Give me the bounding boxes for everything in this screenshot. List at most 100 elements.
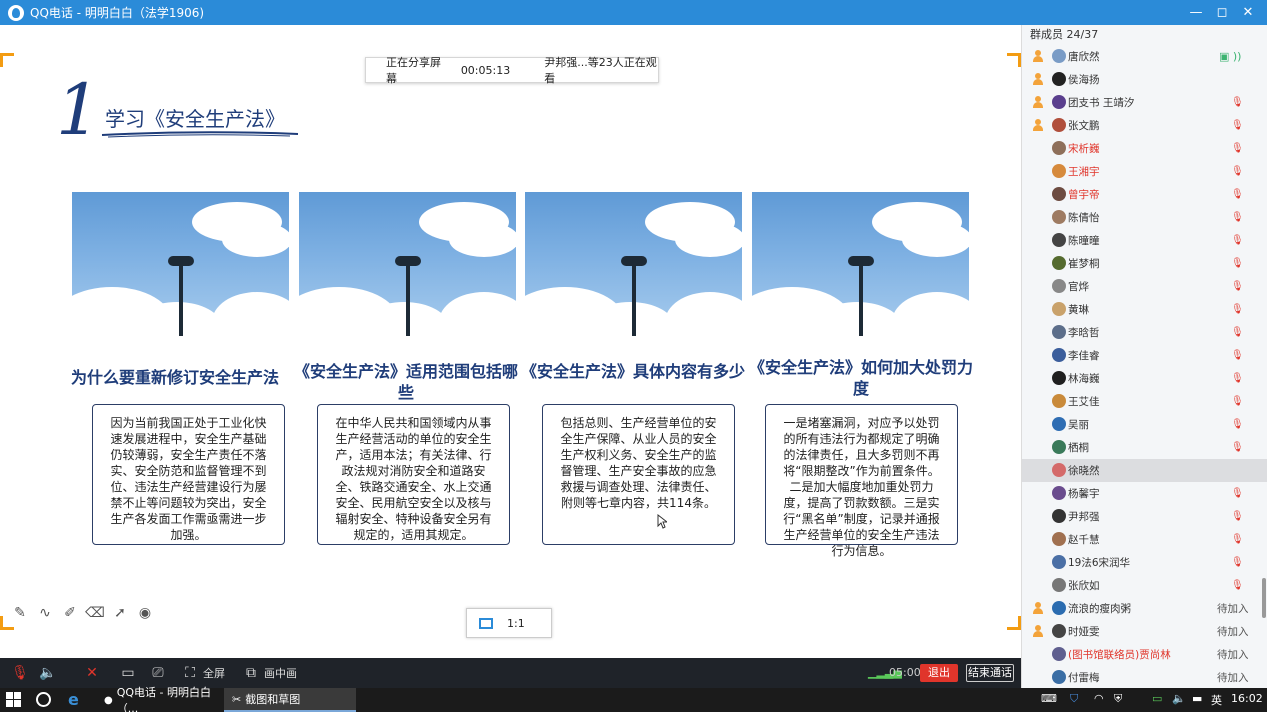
pip-icon[interactable]: ⧉ xyxy=(241,663,261,683)
avatar xyxy=(1052,417,1066,431)
member-row[interactable]: 官烨 🎙 xyxy=(1022,275,1267,298)
member-name: 流浪的瘦肉粥 xyxy=(1068,603,1131,615)
share-status-bar: 正在分享屏幕 00:05:13 尹邦强...等23人正在观看 xyxy=(365,56,659,85)
column-title: 《安全生产法》具体内容有多少 xyxy=(520,362,745,381)
security-tray-icon[interactable]: ⛨ xyxy=(1114,692,1122,706)
zoom-ratio-control[interactable]: 1:1 xyxy=(466,608,552,638)
column-text-box: 在中华人民共和国领域内从事生产经营活动的单位的安全生产，适用本法；有关法律、行政… xyxy=(317,404,510,545)
eraser-icon[interactable]: ⌫ xyxy=(83,603,107,623)
mic-muted-icon[interactable]: 🎙 xyxy=(10,663,30,683)
taskbar-snip-label: 截图和草图 xyxy=(245,693,301,706)
mic-muted-icon: 🎙 xyxy=(1231,419,1244,430)
member-row[interactable]: 张欣如 🎙 xyxy=(1022,574,1267,597)
member-row[interactable]: 宋析巍 🎙 xyxy=(1022,137,1267,160)
pointer-icon[interactable]: ➚ xyxy=(108,603,132,623)
member-row[interactable]: 徐晓然 xyxy=(1022,459,1267,482)
member-row[interactable]: (图书馆联络员)贾尚林 待加入 xyxy=(1022,643,1267,666)
admin-role-icon xyxy=(1032,96,1044,108)
member-status: 待加入 xyxy=(1217,626,1249,638)
wifi-tray-icon[interactable]: ◠ xyxy=(1094,692,1104,705)
member-row[interactable]: 栖桐 🎙 xyxy=(1022,436,1267,459)
clock[interactable]: 16:02 xyxy=(1231,692,1263,705)
member-row[interactable]: 唐欣然 ▣ )) xyxy=(1022,45,1267,68)
cortana-search-icon[interactable] xyxy=(36,692,51,707)
ime-indicator[interactable]: 英 xyxy=(1211,692,1222,708)
windows-taskbar: e ● QQ电话 - 明明白白（... ✂ 截图和草图 ⌨ ⛉ ◠ ⛨ ▭ 🔈 … xyxy=(0,686,1267,712)
member-row[interactable]: 尹邦强 🎙 xyxy=(1022,505,1267,528)
edge-browser-icon[interactable]: e xyxy=(68,690,79,709)
laser-icon[interactable]: ◉ xyxy=(133,603,157,623)
avatar xyxy=(1052,348,1066,362)
member-row[interactable]: 李晗哲 🎙 xyxy=(1022,321,1267,344)
pip-label[interactable]: 画中画 xyxy=(264,665,297,681)
exit-button[interactable]: 退出 xyxy=(920,664,958,682)
taskbar-snip-sketch[interactable]: ✂ 截图和草图 xyxy=(224,688,356,712)
member-row[interactable]: 李佳睿 🎙 xyxy=(1022,344,1267,367)
member-name: 唐欣然 xyxy=(1068,51,1100,63)
screen-share-icon[interactable]: ▭ xyxy=(118,663,138,683)
battery-tray-icon[interactable]: ▭ xyxy=(1152,692,1162,705)
member-name: 杨馨宇 xyxy=(1068,488,1100,500)
member-row[interactable]: 团支书 王靖汐 🎙 xyxy=(1022,91,1267,114)
member-row[interactable]: 时娅雯 待加入 xyxy=(1022,620,1267,643)
sharing-label: 正在分享屏幕 xyxy=(386,56,441,85)
member-name: 李晗哲 xyxy=(1068,327,1100,339)
member-row[interactable]: 杨馨宇 🎙 xyxy=(1022,482,1267,505)
avatar xyxy=(1052,463,1066,477)
mic-muted-icon: 🎙 xyxy=(1231,166,1244,177)
member-name: 宋析巍 xyxy=(1068,143,1100,155)
network-tray-icon[interactable]: ▬ xyxy=(1192,692,1202,705)
close-button[interactable]: ✕ xyxy=(1235,0,1261,25)
member-row[interactable]: 陈倩怡 🎙 xyxy=(1022,206,1267,229)
mic-muted-icon: 🎙 xyxy=(1231,143,1244,154)
avatar xyxy=(1052,210,1066,224)
member-row[interactable]: 林海巍 🎙 xyxy=(1022,367,1267,390)
member-row[interactable]: 19法6宋润华 🎙 xyxy=(1022,551,1267,574)
member-row[interactable]: 付雷梅 待加入 xyxy=(1022,666,1267,688)
minimize-button[interactable]: — xyxy=(1183,0,1209,25)
speaker-icon[interactable]: 🔈 xyxy=(38,663,58,683)
member-row[interactable]: 曾宇帝 🎙 xyxy=(1022,183,1267,206)
avatar xyxy=(1052,555,1066,569)
member-row[interactable]: 吴丽 🎙 xyxy=(1022,413,1267,436)
member-name: 19法6宋润华 xyxy=(1068,557,1131,569)
end-call-button[interactable]: 结束通话 xyxy=(966,664,1014,682)
maximize-button[interactable]: ◻ xyxy=(1209,0,1235,25)
highlighter-icon[interactable]: ✐ xyxy=(58,603,82,623)
mic-muted-icon: 🎙 xyxy=(1231,488,1244,499)
windows-start-icon[interactable] xyxy=(6,692,22,708)
pen-icon[interactable]: ✎ xyxy=(8,603,32,623)
member-name: 陈倩怡 xyxy=(1068,212,1100,224)
member-row[interactable]: 赵千慧 🎙 xyxy=(1022,528,1267,551)
avatar xyxy=(1052,49,1066,63)
fullscreen-label[interactable]: 全屏 xyxy=(203,665,225,681)
mic-muted-icon: 🎙 xyxy=(1231,373,1244,384)
keyboard-tray-icon[interactable]: ⌨ xyxy=(1041,692,1057,705)
member-name: 侯海扬 xyxy=(1068,74,1100,86)
mic-muted-icon: 🎙 xyxy=(1231,304,1244,315)
member-row[interactable]: 陈曈曈 🎙 xyxy=(1022,229,1267,252)
member-name: 团支书 王靖汐 xyxy=(1068,97,1135,109)
snip-sketch-icon: ✂ xyxy=(232,692,242,706)
camera-off-icon[interactable]: ✕ xyxy=(82,663,102,683)
member-name: 时娅雯 xyxy=(1068,626,1100,638)
volume-tray-icon[interactable]: 🔈 xyxy=(1172,692,1186,705)
fullscreen-icon[interactable]: ⛶ xyxy=(180,663,200,683)
presentation-icon[interactable]: ⎚ xyxy=(148,663,168,683)
mouse-cursor-icon xyxy=(657,514,667,529)
shield-tray-icon[interactable]: ⛉ xyxy=(1070,692,1078,706)
member-scrollbar[interactable] xyxy=(1262,578,1266,618)
member-row[interactable]: 侯海扬 xyxy=(1022,68,1267,91)
slide-title: 学习《安全生产法》 xyxy=(105,107,285,131)
member-row[interactable]: 崔梦桐 🎙 xyxy=(1022,252,1267,275)
member-row[interactable]: 流浪的瘦肉粥 待加入 xyxy=(1022,597,1267,620)
taskbar-qq-call[interactable]: ● QQ电话 - 明明白白（... xyxy=(96,686,222,712)
avatar xyxy=(1052,670,1066,684)
member-row[interactable]: 王湘宇 🎙 xyxy=(1022,160,1267,183)
member-row[interactable]: 张文鹏 🎙 xyxy=(1022,114,1267,137)
member-name: 付雷梅 xyxy=(1068,672,1100,684)
avatar xyxy=(1052,440,1066,454)
member-row[interactable]: 黄琳 🎙 xyxy=(1022,298,1267,321)
curve-icon[interactable]: ∿ xyxy=(33,603,57,623)
member-row[interactable]: 王艾佳 🎙 xyxy=(1022,390,1267,413)
